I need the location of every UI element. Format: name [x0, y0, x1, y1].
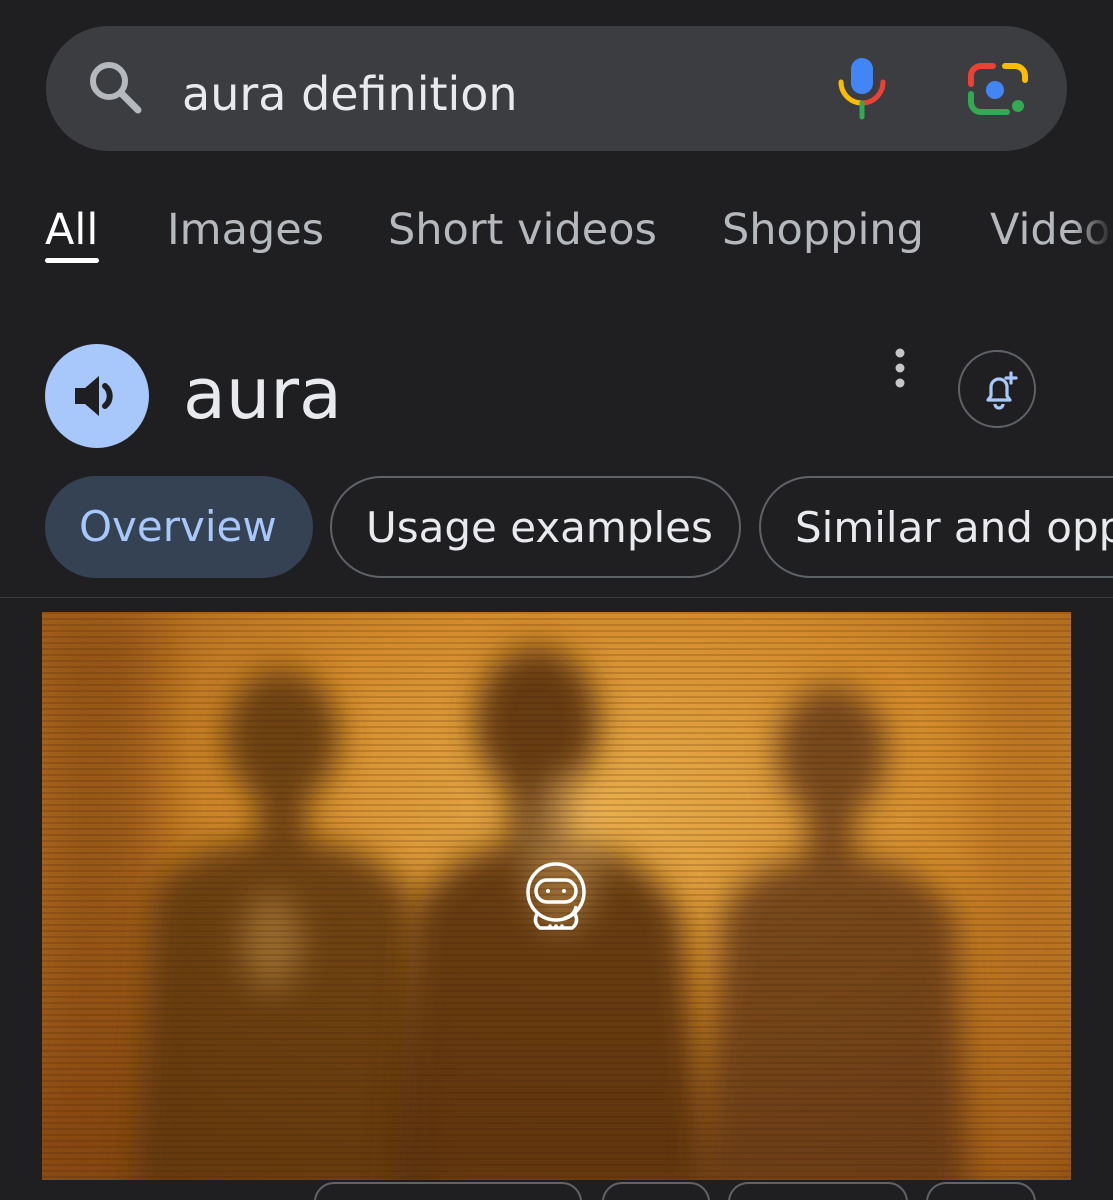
word-title: aura	[183, 353, 342, 435]
search-results-page: aura definition All Images Short videos …	[0, 0, 1113, 1200]
tab-images[interactable]: Images	[167, 204, 324, 256]
tab-all[interactable]: All	[45, 204, 98, 256]
pronunciation-button[interactable]	[45, 344, 149, 448]
chip-usage-examples[interactable]: Usage examples	[330, 476, 741, 578]
chip-similar-and-opposite[interactable]: Similar and opposite words	[759, 476, 1113, 578]
search-input[interactable]: aura definition	[182, 66, 518, 122]
search-icon[interactable]	[84, 56, 148, 120]
bottom-chip[interactable]	[728, 1182, 908, 1200]
mic-icon[interactable]	[832, 54, 892, 122]
lens-icon[interactable]	[965, 60, 1031, 120]
chip-overview[interactable]: Overview	[45, 476, 313, 578]
more-vert-icon[interactable]	[880, 344, 920, 392]
tab-short-videos[interactable]: Short videos	[388, 204, 657, 256]
bottom-chip[interactable]	[602, 1182, 710, 1200]
section-divider	[0, 597, 1113, 598]
robot-mascot-icon	[526, 862, 586, 930]
speaker-icon	[75, 376, 113, 416]
follow-button[interactable]	[958, 350, 1036, 428]
search-tabs: All Images Short videos Shopping Videos	[0, 200, 1113, 270]
bell-plus-icon	[986, 371, 1018, 410]
tab-shopping[interactable]: Shopping	[722, 204, 924, 256]
bottom-chip[interactable]	[314, 1182, 582, 1200]
tabs-fade-edge	[1073, 195, 1113, 275]
bottom-chip[interactable]	[926, 1182, 1036, 1200]
active-tab-indicator	[45, 258, 99, 263]
